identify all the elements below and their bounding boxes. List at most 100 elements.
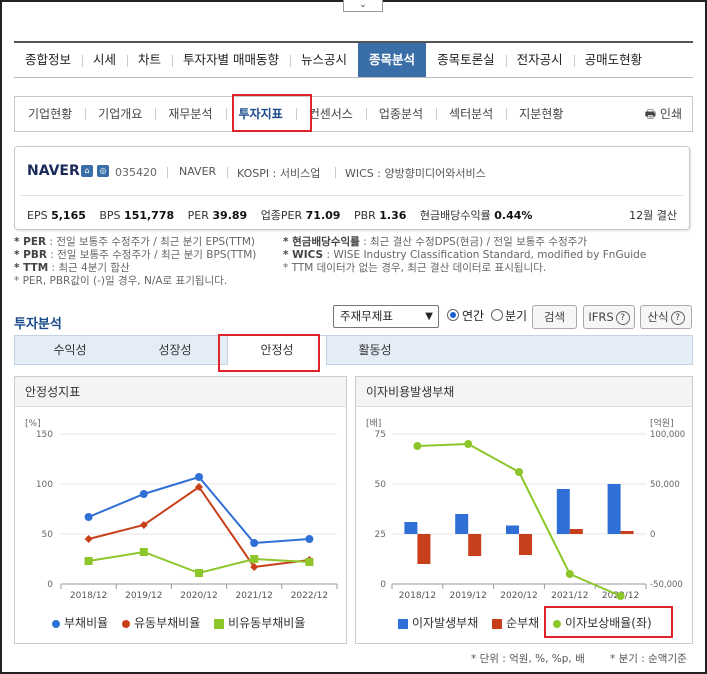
market-name: NAVER bbox=[179, 165, 217, 178]
footnote-quarter: * 분기 : 순액기준 bbox=[610, 653, 687, 665]
sub-nav-item-financial-analysis[interactable]: 재무분석 bbox=[155, 97, 225, 131]
print-label: 인쇄 bbox=[659, 107, 682, 121]
divider bbox=[21, 195, 683, 196]
main-nav-item-discussion[interactable]: 종목토론실 bbox=[426, 43, 506, 77]
statement-select[interactable]: 주재무제표 ▼ bbox=[333, 305, 439, 328]
sub-nav-item-industry-analysis[interactable]: 업종분석 bbox=[365, 97, 436, 131]
data-point bbox=[565, 570, 574, 578]
sub-nav-item-company-overview[interactable]: 기업개요 bbox=[85, 97, 155, 131]
data-point bbox=[195, 473, 203, 481]
y-tick-label-right: 50,000 bbox=[650, 480, 680, 490]
y-tick-label-left: 50 bbox=[375, 480, 387, 490]
print-button[interactable]: 🖶 인쇄 bbox=[645, 97, 682, 131]
company-name: NAVER bbox=[27, 163, 80, 179]
stat-pbr: PBR 1.36 bbox=[353, 209, 407, 222]
tab-activity[interactable]: 활동성 bbox=[325, 336, 425, 364]
printer-icon: 🖶 bbox=[644, 107, 657, 121]
bar-이자발생부채 bbox=[556, 489, 570, 534]
main-nav-item-overview[interactable]: 종합정보 bbox=[14, 43, 82, 77]
analysis-title: 투자분석 bbox=[14, 317, 62, 332]
sub-nav-item-company-status[interactable]: 기업현황 bbox=[15, 97, 85, 131]
tab-profitability[interactable]: 수익성 bbox=[20, 336, 120, 364]
legend-marker bbox=[122, 619, 130, 628]
data-point bbox=[139, 548, 148, 556]
ifrs-button[interactable]: IFRS? bbox=[583, 305, 635, 329]
help-icon: ? bbox=[615, 310, 630, 325]
y-tick-label-left: 0 bbox=[380, 580, 386, 590]
legend-item: 부채비율 bbox=[52, 614, 108, 631]
y-tick-label: 0 bbox=[47, 580, 53, 590]
bar-이자발생부채 bbox=[607, 484, 621, 534]
x-tick-label: 2021/12 bbox=[551, 591, 588, 601]
interest-debt-chart-panel: 이자비용발생부채 [배] [억원] 0 -50,000 25 0 50 50,000 75 100… bbox=[355, 376, 693, 644]
legend-marker bbox=[52, 619, 60, 628]
data-point bbox=[464, 440, 473, 448]
data-point bbox=[305, 558, 314, 566]
bar-순부채 bbox=[417, 534, 431, 564]
main-nav-item-news[interactable]: 뉴스공시 bbox=[290, 43, 358, 77]
data-point bbox=[616, 592, 625, 600]
sub-nav: 기업현황 기업개요 재무분석 투자지표 컨센서스 업종분석 섹터분석 지분현황 … bbox=[14, 96, 693, 132]
main-nav-item-price[interactable]: 시세 bbox=[82, 43, 127, 77]
legend-item: 이자발생부채 bbox=[398, 614, 478, 631]
bar-이자발생부채 bbox=[404, 522, 418, 534]
bar-순부채 bbox=[569, 529, 583, 534]
collapse-toggle-icon[interactable]: ⌄ bbox=[343, 0, 383, 12]
data-point bbox=[305, 535, 314, 543]
legend-marker bbox=[398, 618, 408, 629]
highlight-box-legend bbox=[544, 606, 673, 638]
kospi-sector: KOSPI : 서비스업 bbox=[237, 167, 321, 180]
divider bbox=[335, 167, 336, 178]
x-tick-label: 2018/12 bbox=[399, 591, 436, 601]
legend-item: 유동부채비율 bbox=[122, 614, 200, 631]
y-tick-label: 50 bbox=[42, 530, 54, 540]
key-stats: EPS 5,165 BPS 151,778 PER 39.89 업종PER 71… bbox=[27, 207, 542, 223]
x-tick-label: 2020/12 bbox=[180, 591, 217, 601]
home-icon[interactable]: ⌂ bbox=[81, 165, 93, 177]
search-button[interactable]: 검색 bbox=[532, 305, 577, 329]
sub-nav-item-sector-analysis[interactable]: 섹터분석 bbox=[436, 97, 506, 131]
data-point bbox=[250, 539, 259, 547]
data-point bbox=[84, 513, 93, 521]
data-point bbox=[515, 468, 523, 476]
radio-quarter-label[interactable]: 분기 bbox=[505, 307, 527, 324]
main-nav-item-disclosure[interactable]: 전자공시 bbox=[505, 43, 574, 77]
x-tick-label: 2019/12 bbox=[125, 591, 162, 601]
stat-dividend-yield: 현금배당수익률 0.44% bbox=[419, 209, 533, 222]
data-point bbox=[84, 557, 93, 565]
x-tick-label: 2020/12 bbox=[500, 591, 537, 601]
main-nav-item-chart[interactable]: 차트 bbox=[127, 43, 172, 77]
y-axis-label: [%] bbox=[25, 419, 41, 429]
notes-right: * 현금배당수익률 : 최근 결산 수정DPS(현금) / 전일 보통주 수정주… bbox=[283, 236, 647, 274]
radio-quarter[interactable] bbox=[491, 309, 503, 321]
series-line-이자보상배율(좌) bbox=[417, 442, 621, 597]
y-tick-label-right: -50,000 bbox=[650, 580, 683, 590]
stat-bps: BPS 151,778 bbox=[99, 209, 175, 222]
bar-순부채 bbox=[620, 531, 634, 534]
sub-nav-item-shareholding[interactable]: 지분현황 bbox=[506, 97, 576, 131]
radio-annual-label[interactable]: 연간 bbox=[462, 307, 484, 324]
stat-eps: EPS 5,165 bbox=[27, 209, 86, 222]
main-nav-item-investor-trading[interactable]: 투자자별 매매동향 bbox=[172, 43, 290, 77]
stability-chart: [%] 0 50 100 150 2018/12 2019/12 2020/12 2021/12… bbox=[25, 419, 338, 601]
ir-icon[interactable]: ◎ bbox=[97, 165, 109, 177]
bar-순부채 bbox=[468, 534, 482, 556]
chevron-down-icon: ▼ bbox=[425, 311, 433, 322]
main-nav-item-short-selling[interactable]: 공매도현황 bbox=[573, 43, 654, 77]
radio-annual[interactable] bbox=[447, 309, 459, 321]
tab-growth[interactable]: 성장성 bbox=[125, 336, 225, 364]
formula-button[interactable]: 산식? bbox=[640, 305, 692, 329]
x-tick-label: 2021/12 bbox=[236, 591, 273, 601]
notes-left: * PER : 전일 보통주 수정주가 / 최근 분기 EPS(TTM) * P… bbox=[14, 236, 257, 287]
y-tick-label-right: 0 bbox=[650, 530, 655, 540]
divider bbox=[227, 167, 228, 178]
data-point bbox=[250, 555, 259, 563]
stability-legend: 부채비율 유동부채비율 비유동부채비율 bbox=[52, 614, 315, 631]
x-tick-label: 2022/12 bbox=[291, 591, 328, 601]
footnote-units: * 단위 : 억원, %, %p, 배 bbox=[471, 653, 585, 665]
divider bbox=[167, 167, 168, 178]
panel-title: 이자비용발생부채 bbox=[356, 377, 692, 407]
main-nav-item-stock-analysis[interactable]: 종목분석 bbox=[358, 43, 427, 77]
highlight-box-sub-nav bbox=[232, 94, 312, 132]
company-info-box: NAVER ⌂ ◎ 035420 NAVER KOSPI : 서비스업 WICS… bbox=[14, 146, 690, 230]
